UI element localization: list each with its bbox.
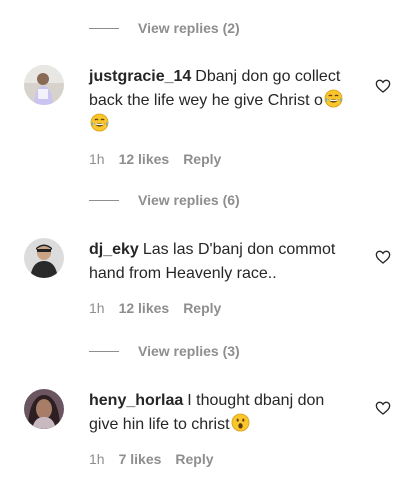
heart-icon[interactable] bbox=[375, 400, 391, 416]
face-with-tears-of-joy-icon bbox=[90, 113, 109, 132]
divider-line bbox=[89, 350, 119, 352]
avatar[interactable] bbox=[24, 65, 64, 105]
face-with-open-mouth-icon bbox=[231, 413, 250, 432]
face-with-tears-of-joy-icon bbox=[324, 89, 343, 108]
comment-likes[interactable]: 12 likes bbox=[119, 300, 170, 316]
comment-body: dj_eky Las las D'banj don commot hand fro… bbox=[89, 238, 351, 286]
comment-time: 1h bbox=[89, 451, 105, 467]
comment-item: dj_eky Las las D'banj don commot hand fro… bbox=[24, 238, 391, 323]
view-replies-label: View replies (3) bbox=[138, 343, 240, 359]
comment-time: 1h bbox=[89, 300, 105, 316]
comment-body: heny_horlaa I thought dbanj don give hin … bbox=[89, 389, 351, 437]
comment-username[interactable]: justgracie_14 bbox=[89, 68, 191, 85]
divider-line bbox=[89, 27, 119, 29]
heart-icon[interactable] bbox=[375, 249, 391, 265]
comment-meta: 1h 7 likes Reply bbox=[89, 451, 214, 467]
comment-time: 1h bbox=[89, 151, 105, 167]
comment-body: justgracie_14 Dbanj don go collect back t… bbox=[89, 65, 351, 137]
divider-line bbox=[89, 199, 119, 201]
comment-likes[interactable]: 12 likes bbox=[119, 151, 170, 167]
view-replies-button[interactable]: View replies (3) bbox=[89, 341, 240, 361]
comment-meta: 1h 12 likes Reply bbox=[89, 151, 221, 167]
reply-button[interactable]: Reply bbox=[183, 300, 221, 316]
reply-button[interactable]: Reply bbox=[183, 151, 221, 167]
comment-meta: 1h 12 likes Reply bbox=[89, 300, 221, 316]
comment-username[interactable]: heny_horlaa bbox=[89, 392, 183, 409]
view-replies-button[interactable]: View replies (2) bbox=[89, 18, 240, 38]
comment-item: heny_horlaa I thought dbanj don give hin … bbox=[24, 389, 391, 474]
view-replies-label: View replies (6) bbox=[138, 192, 240, 208]
avatar[interactable] bbox=[24, 389, 64, 429]
heart-icon[interactable] bbox=[375, 78, 391, 94]
avatar[interactable] bbox=[24, 238, 64, 278]
comment-username[interactable]: dj_eky bbox=[89, 241, 139, 258]
view-replies-label: View replies (2) bbox=[138, 20, 240, 36]
reply-button[interactable]: Reply bbox=[175, 451, 213, 467]
comment-likes[interactable]: 7 likes bbox=[119, 451, 162, 467]
comment-item: justgracie_14 Dbanj don go collect back t… bbox=[24, 65, 391, 175]
view-replies-button[interactable]: View replies (6) bbox=[89, 190, 240, 210]
